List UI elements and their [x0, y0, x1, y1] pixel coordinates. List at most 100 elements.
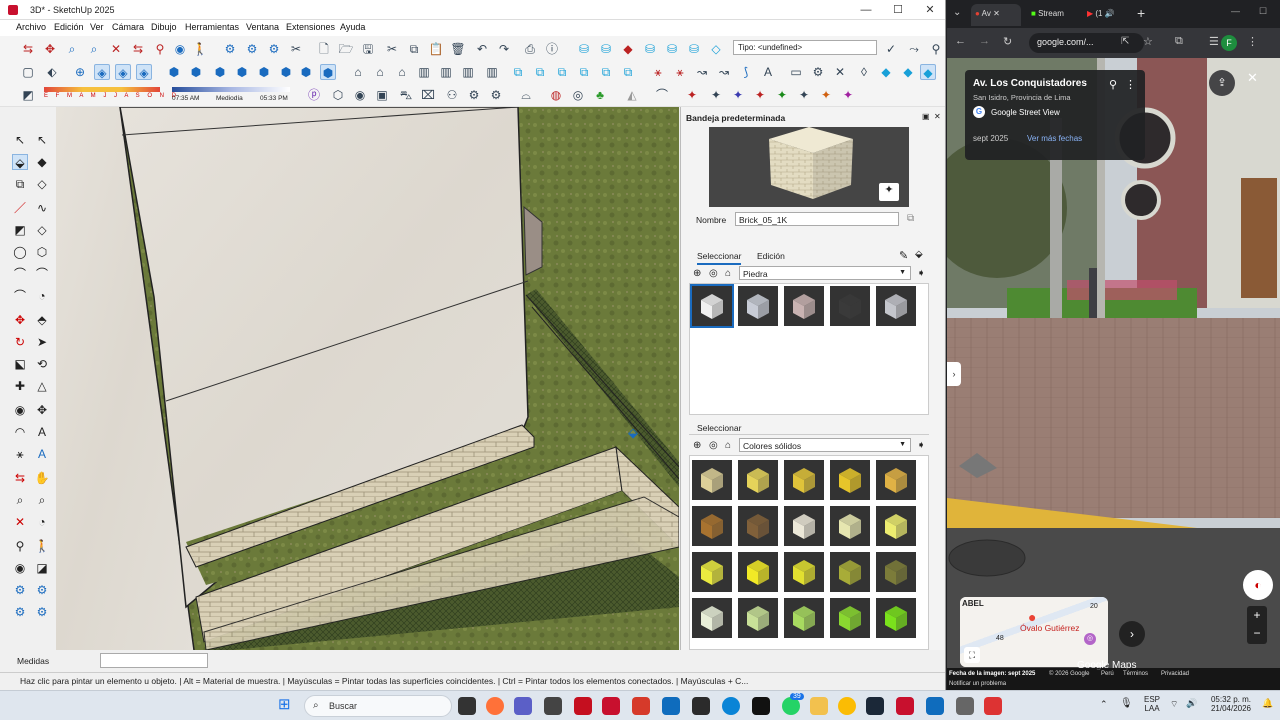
freehand-icon[interactable]: ∿ — [34, 200, 50, 216]
expand-map-icon[interactable]: ⛶ — [964, 647, 980, 663]
gear-outline-icon[interactable]: ⚙ — [488, 87, 504, 103]
section-tool-icon[interactable]: ◪ — [34, 560, 50, 576]
triangle-icon[interactable]: △ — [34, 378, 50, 394]
taskbar-search[interactable]: ⌕ Buscar — [304, 695, 452, 717]
app-dark-icon[interactable] — [692, 697, 710, 715]
dimension-tool-icon[interactable]: ✥ — [34, 402, 50, 418]
menu-camara[interactable]: Cámara — [112, 22, 144, 32]
close-x-icon[interactable]: ✕ — [832, 64, 848, 80]
rectangle-icon[interactable]: ▭ — [788, 64, 804, 80]
wireframe-icon[interactable]: ◈ — [136, 64, 152, 80]
tiktok-icon[interactable] — [752, 697, 770, 715]
new-icon[interactable]: ▢ — [20, 64, 36, 80]
chrome-menu-icon[interactable]: ⋮ — [1247, 35, 1258, 48]
sphere-icon[interactable]: ◎ — [570, 87, 586, 103]
eyedropper-icon[interactable]: ✎ — [899, 249, 908, 262]
app-red-icon[interactable] — [574, 697, 592, 715]
file-explorer-icon[interactable] — [810, 697, 828, 715]
line-icon[interactable]: ／ — [12, 200, 28, 216]
footer-report[interactable]: Notificar un problema — [949, 681, 1006, 687]
menu-ventana[interactable]: Ventana — [246, 22, 279, 32]
print-icon[interactable]: ⎙ — [522, 41, 538, 57]
protractor-icon[interactable]: ◠ — [12, 424, 28, 440]
details-arrow-icon[interactable]: ➧ — [917, 268, 925, 279]
steam-icon[interactable] — [866, 697, 884, 715]
back-edges-icon[interactable]: ◈ — [115, 64, 131, 80]
wifi-icon[interactable]: ⌔ — [1170, 699, 1178, 710]
solid-color-swatch[interactable] — [876, 552, 916, 592]
type-field[interactable]: Tipo: <undefined> — [733, 40, 877, 55]
map-pin-icon[interactable]: ⚲ — [1109, 78, 1117, 91]
reload-icon[interactable]: ↻ — [1003, 35, 1012, 48]
get-models-icon[interactable]: ◆ — [620, 41, 636, 57]
reading-list-icon[interactable]: ☰ — [1209, 35, 1219, 48]
section-plane-icon[interactable]: ⚙ — [222, 41, 238, 57]
house-1-icon[interactable]: ⌂ — [350, 64, 366, 80]
scale-icon[interactable]: ⬕ — [12, 356, 28, 372]
extensions-icon[interactable]: ⧉ — [1175, 35, 1183, 48]
tape-measure-icon[interactable]: ◉ — [12, 402, 28, 418]
autocad-icon[interactable] — [896, 697, 914, 715]
zoom-tool-icon[interactable]: ⌕ — [12, 492, 28, 508]
language-indicator[interactable]: ESP LAA — [1140, 695, 1164, 713]
arc-3-icon[interactable]: ⌒ — [12, 288, 28, 304]
flip-7-icon[interactable]: ✦ — [818, 87, 834, 103]
next-arrow-icon[interactable]: › — [1119, 621, 1145, 647]
share-icon[interactable]: ⇪ — [1209, 70, 1235, 96]
drop-blue-icon[interactable]: ◆ — [878, 64, 894, 80]
lightbulb-icon[interactable]: ⚇ — [444, 87, 460, 103]
menu-ver[interactable]: Ver — [90, 22, 104, 32]
section-fill-icon[interactable]: ✂ — [288, 41, 304, 57]
tab-edit[interactable]: Edición — [757, 251, 785, 261]
paint-drop-icon[interactable]: ⬖ — [44, 64, 60, 80]
display-section-icon[interactable]: ⚙ — [244, 41, 260, 57]
house-4-icon[interactable]: ▥ — [416, 64, 432, 80]
section-extra-icon[interactable]: ⚙ — [34, 604, 50, 620]
previous-icon[interactable]: ◔ — [34, 514, 50, 530]
tray-close-icon[interactable]: ✕ — [934, 112, 941, 121]
camera-icon[interactable]: ⌧ — [420, 87, 436, 103]
details-arrow-2-icon[interactable]: ➧ — [917, 440, 925, 451]
solid-color-swatch[interactable] — [830, 598, 870, 638]
save-icon[interactable]: 🖫 — [360, 41, 376, 57]
axes-icon[interactable]: ⚹ — [12, 446, 28, 462]
follow-me-icon[interactable]: ➤ — [34, 334, 50, 350]
menu-ayuda[interactable]: Ayuda — [340, 22, 365, 32]
app-sketchup-small-icon[interactable] — [602, 697, 620, 715]
sandbox-3-icon[interactable]: ↝ — [694, 64, 710, 80]
3d-viewport[interactable]: ⬙ — [56, 107, 679, 650]
zoom-controls[interactable]: + − — [1247, 606, 1267, 644]
expand-panel-icon[interactable]: › — [947, 362, 961, 386]
car-icon[interactable]: ⛍ — [398, 87, 414, 103]
redo-icon[interactable]: ↷ — [496, 41, 512, 57]
text-icon[interactable]: A — [34, 424, 50, 440]
rotate-icon[interactable]: ↻ — [12, 334, 28, 350]
task-view-icon[interactable] — [458, 697, 476, 715]
flip-icon[interactable]: ✚ — [12, 378, 28, 394]
check-icon[interactable]: ✓ — [883, 41, 899, 57]
house-3-icon[interactable]: ⌂ — [394, 64, 410, 80]
section-cuts-icon[interactable]: ⚙ — [266, 41, 282, 57]
tray-pin-icon[interactable]: ▣ — [922, 112, 930, 121]
home-2-icon[interactable]: ⌂ — [725, 440, 731, 451]
extension-warehouse-icon[interactable]: ⛁ — [642, 41, 658, 57]
shape-gray-icon[interactable]: ◭ — [624, 87, 640, 103]
solid-trim-icon[interactable]: ⧉ — [576, 64, 592, 80]
solid-color-swatch[interactable] — [738, 552, 778, 592]
walk-person-icon[interactable]: 🚶 — [192, 41, 208, 57]
house-5-icon[interactable]: ▥ — [438, 64, 454, 80]
solid-color-swatch[interactable] — [784, 598, 824, 638]
orbit-tool-icon[interactable]: ⇆ — [12, 470, 28, 486]
dimension-icon[interactable]: ⤳ — [906, 41, 922, 57]
curve-icon[interactable]: ⌒ — [654, 87, 670, 103]
drop-fill-icon[interactable]: ◆ — [900, 64, 916, 80]
solid-color-swatch[interactable] — [692, 552, 732, 592]
solid-color-swatch[interactable] — [784, 552, 824, 592]
offset-icon[interactable]: ⟲ — [34, 356, 50, 372]
walk-icon[interactable]: ⇆ — [20, 41, 36, 57]
layout-icon[interactable]: ⛁ — [664, 41, 680, 57]
circle-icon[interactable]: ◯ — [12, 244, 28, 260]
library-dropdown-2[interactable]: Colores sólidos ▼ — [739, 438, 911, 452]
solid-color-swatch[interactable] — [876, 460, 916, 500]
select-lasso-icon[interactable]: ↖ — [34, 132, 50, 148]
